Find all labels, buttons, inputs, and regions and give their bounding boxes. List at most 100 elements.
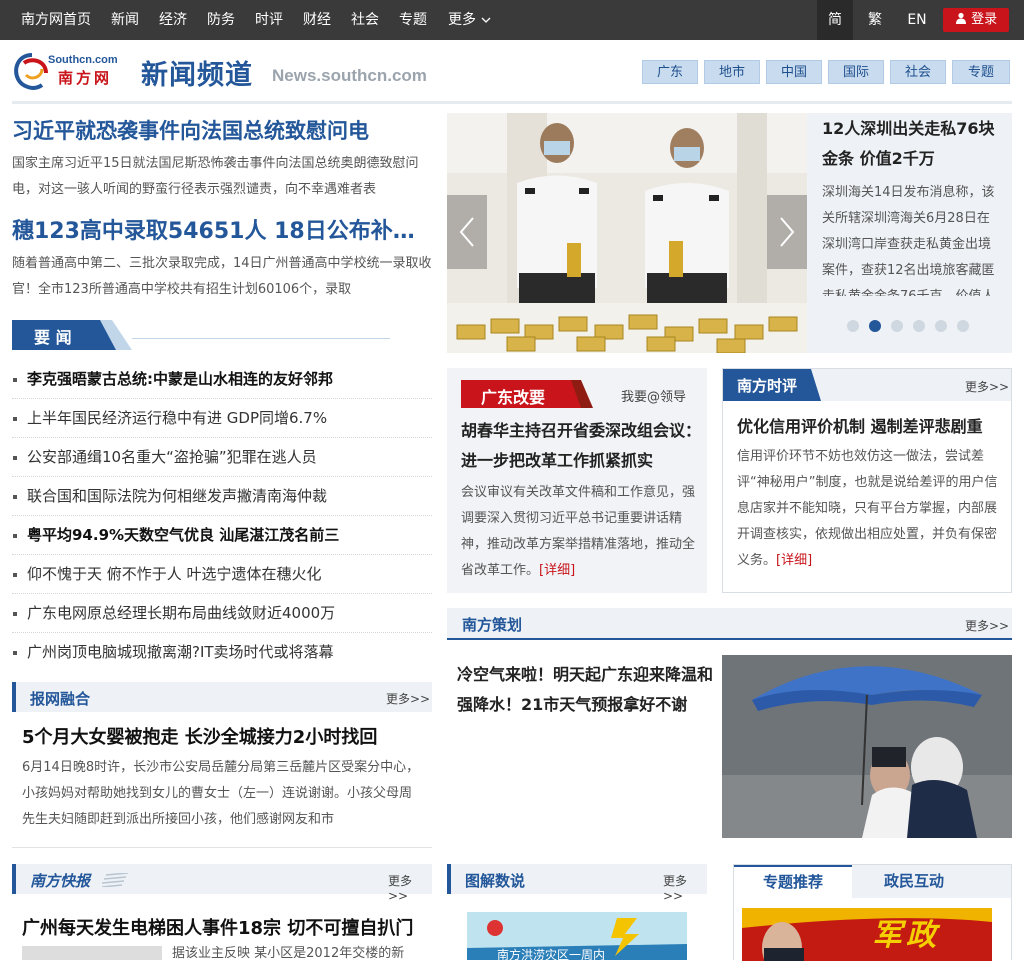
tujie-label: 图解数说 (465, 872, 526, 890)
cehua-image[interactable] (722, 655, 1012, 838)
nav-defense[interactable]: 防务 (207, 0, 235, 40)
chevron-right-icon (780, 217, 795, 247)
cehua-title[interactable]: 冷空气来啦！明天起广东迎来降温和强降水！21市天气预报拿好不谢 (457, 660, 717, 720)
cehua-header: 南方策划 更多>> (447, 608, 1012, 640)
kuaibao-header: 南方快报 更多>> (12, 864, 432, 903)
slideshow-image[interactable] (447, 113, 807, 353)
slide-prev-button[interactable] (447, 195, 487, 269)
cehua-more-link[interactable]: 更多>> (965, 617, 1009, 634)
slide-dot-6[interactable] (957, 320, 969, 332)
kuaibao-title[interactable]: 广州每天发生电梯困人事件18宗 切不可擅自扒门 (22, 914, 413, 940)
tab-zhuanti-recommend[interactable]: 专题推荐 (734, 865, 852, 898)
baowang-more-link[interactable]: 更多>> (386, 690, 430, 707)
shiping-detail-link[interactable]: [详细] (776, 553, 812, 568)
cehua-label: 南方策划 (462, 616, 523, 634)
logo-en-text: Southcn.com (48, 54, 118, 66)
shiping-summary: 信用评价环节不妨也效仿这一做法，尝试差评“神秘用户”制度，也就是说给差评的用户信… (737, 449, 998, 568)
shiping-box: 南方时评 更多>> 优化信用评价机制 遏制差评悲剧重 信用评价环节不妨也效仿这一… (722, 368, 1012, 593)
tab-china[interactable]: 中国 (766, 60, 822, 84)
kuaibao-label: 南方快报 (30, 872, 91, 890)
stripes-icon (102, 873, 128, 887)
slide-dot-1[interactable] (847, 320, 859, 332)
gdzg-title[interactable]: 胡春华主持召开省委深改组会议：进一步把改革工作抓紧抓实 (461, 416, 701, 476)
yaowen-item-3[interactable]: 公安部通缉10名重大“盗抢骗”犯罪在逃人员 (12, 438, 432, 477)
zhuanti-banner-text: 军政 (872, 918, 940, 953)
customs-officers-photo (447, 113, 807, 353)
lang-traditional[interactable]: 繁 (860, 0, 890, 40)
slide-dot-2[interactable] (869, 320, 881, 332)
header-divider (12, 101, 1012, 104)
kuaibao-thumb[interactable] (22, 946, 162, 960)
baowang-label: 报网融合 (30, 690, 91, 708)
yaowen-item-2[interactable]: 上半年国民经济运行稳中有进 GDP同增6.7% (12, 399, 432, 438)
nav-society[interactable]: 社会 (351, 0, 379, 40)
gdzg-label: 广东改要 (481, 388, 546, 407)
yaowen-item-8[interactable]: 广州岗顶电脑城现撤离潮?IT卖场时代或将落幕 (12, 633, 432, 672)
baowang-header: 报网融合 更多>> (12, 682, 432, 712)
umbrella-photo (722, 655, 1012, 838)
yaowen-item-7[interactable]: 广东电网原总经理长期布局曲线敛财近4000万 (12, 594, 432, 633)
southcn-logo[interactable]: Southcn.com 南方网 (12, 49, 127, 95)
logo-cn-text: 南方网 (58, 69, 113, 87)
user-icon (955, 12, 966, 24)
gdzg-box: 广东改要 我要@领导 胡春华主持召开省委深改组会议：进一步把改革工作抓紧抓实 会… (447, 368, 707, 593)
chevron-down-icon (481, 17, 491, 23)
nav-home[interactable]: 南方网首页 (21, 0, 91, 40)
tujie-image[interactable]: 南方洪涝灾区一周内 (467, 912, 687, 960)
nav-finance[interactable]: 财经 (303, 0, 331, 40)
yaowen-label-shape (12, 320, 132, 350)
chevron-left-icon (459, 217, 474, 247)
shiping-label: 南方时评 (737, 377, 798, 395)
kuaibao-summary: 据该业主反映 某小区是2012年交楼的新 (172, 946, 405, 960)
tujie-header: 图解数说 更多>> (447, 864, 707, 903)
yaowen-item-6[interactable]: 仰不愧于天 俯不怍于人 叶选宁遗体在穗火化 (12, 555, 432, 594)
channel-url: News.southcn.com (272, 66, 427, 85)
slide-dot-4[interactable] (913, 320, 925, 332)
lang-simplified[interactable]: 简 (817, 0, 853, 40)
slide-dot-5[interactable] (935, 320, 947, 332)
top-navigation-bar: 南方网首页 新闻 经济 防务 时评 财经 社会 专题 更多 简 繁 EN 登录 (0, 0, 1024, 40)
tab-international[interactable]: 国际 (828, 60, 884, 84)
slideshow-summary: 深圳海关14日发布消息称，该关所辖深圳湾海关6月28日在深圳湾口岸查获走私黄金出… (822, 185, 995, 296)
yaowen-label: 要 闻 (34, 328, 72, 347)
tab-guangdong[interactable]: 广东 (642, 60, 698, 84)
slide-next-button[interactable] (767, 195, 807, 269)
junzheng-banner-art (742, 908, 992, 961)
lang-english[interactable]: EN (900, 0, 934, 40)
nav-more[interactable]: 更多 (448, 0, 492, 40)
nav-economy[interactable]: 经济 (159, 0, 187, 40)
logo-swirl (14, 53, 48, 90)
yaowen-item-1[interactable]: 李克强晤蒙古总统:中蒙是山水相连的友好邻邦 (12, 360, 432, 399)
tab-special[interactable]: 专题 (952, 60, 1010, 84)
gdzg-summary: 会议审议有关改革文件稿和工作意见，强调要深入贯彻习近平总书记重要讲话精神，推动改… (461, 485, 696, 578)
channel-title: 新闻频道 (141, 60, 253, 91)
tujie-more-link[interactable]: 更多>> (663, 872, 707, 903)
nav-news[interactable]: 新闻 (111, 0, 139, 40)
headline-1-title[interactable]: 习近平就恐袭事件向法国总统致慰问电 (12, 115, 369, 145)
tujie-caption: 南方洪涝灾区一周内 (497, 948, 606, 960)
tab-society[interactable]: 社会 (890, 60, 946, 84)
slideshow-title[interactable]: 12人深圳出关走私76块金条 价值2千万 (822, 114, 1002, 174)
nav-special[interactable]: 专题 (399, 0, 427, 40)
headline-2-title[interactable]: 穗123高中录取54651人 18日公布补录... (12, 213, 432, 245)
photo-slideshow: 12人深圳出关走私76块金条 价值2千万 深圳海关14日发布消息称，该关所辖深圳… (447, 113, 1012, 353)
headline-2-summary: 随着普通高中第二、三批次录取完成，14日广州普通高中学校统一录取收官！全市123… (12, 256, 432, 297)
login-button[interactable]: 登录 (943, 8, 1009, 32)
zhuanti-box: 专题推荐 政民互动 军政 (733, 864, 1012, 961)
nav-commentary[interactable]: 时评 (255, 0, 283, 40)
shiping-more-link[interactable]: 更多>> (965, 378, 1009, 395)
baowang-summary: 6月14日晚8时许，长沙市公安局岳麓分局第三岳麓片区受案分中心，小孩妈妈对帮助她… (22, 760, 420, 827)
channel-header: Southcn.com 南方网 新闻频道 News.southcn.com 广东… (0, 40, 1024, 102)
tab-zhengmin-interaction[interactable]: 政民互动 (854, 865, 974, 898)
tab-cities[interactable]: 地市 (704, 60, 760, 84)
yaowen-item-4[interactable]: 联合国和国际法院为何相继发声撇清南海仲裁 (12, 477, 432, 516)
gdzg-leader-link[interactable]: 我要@领导 (621, 386, 686, 405)
baowang-title[interactable]: 5个月大女婴被抱走 长沙全城接力2小时找回 (22, 723, 377, 749)
shiping-title[interactable]: 优化信用评价机制 遏制差评悲剧重 (737, 413, 983, 437)
yaowen-item-5[interactable]: 粤平均94.9%天数空气优良 汕尾湛江茂名前三 (12, 516, 432, 555)
gdzg-detail-link[interactable]: [详细] (539, 563, 575, 578)
headline-1-summary: 国家主席习近平15日就法国尼斯恐怖袭击事件向法国总统奥朗德致慰问电，对这一骇人听… (12, 156, 419, 197)
kuaibao-more-link[interactable]: 更多>> (388, 872, 432, 903)
zhuanti-banner[interactable]: 军政 (742, 908, 992, 961)
slide-dot-3[interactable] (891, 320, 903, 332)
